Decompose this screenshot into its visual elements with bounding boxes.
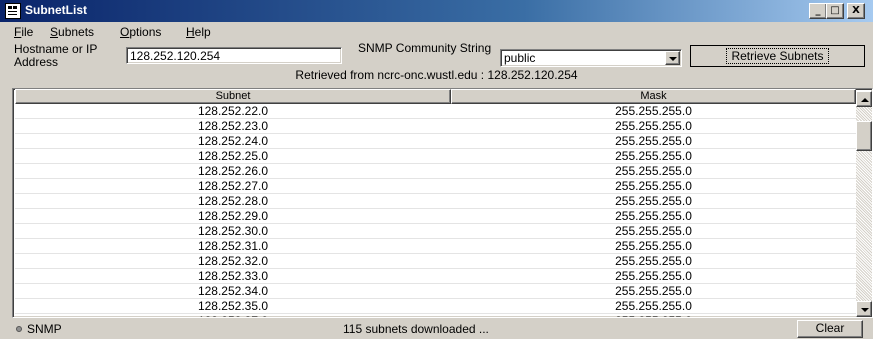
menu-help[interactable]: Help [186,25,211,39]
table-row[interactable]: 128.252.23.0 255.255.255.0 [15,119,856,134]
subnet-cell: 128.252.33.0 [197,269,269,283]
subnet-cell: 128.252.31.0 [197,239,269,253]
status-indicator-icon [16,326,22,332]
table-row[interactable]: 128.252.24.0 255.255.255.0 [15,134,856,149]
table-row[interactable]: 128.252.25.0 255.255.255.0 [15,149,856,164]
table-row[interactable]: 128.252.37.0255.255.255.0 [15,314,856,317]
status-protocol: SNMP [27,322,62,336]
table-row[interactable]: 128.252.30.0 255.255.255.0 [15,224,856,239]
subnet-cell: 128.252.30.0 [197,224,269,238]
table-row[interactable]: 128.252.34.0 255.255.255.0 [15,284,856,299]
mask-cell: 255.255.255.0 [615,149,692,163]
status-message: 115 subnets downloaded ... [343,322,489,336]
retrieve-subnets-button[interactable]: Retrieve Subnets [690,45,865,67]
maximize-button[interactable]: □ [826,3,844,19]
mask-cell: 255.255.255.0 [615,209,692,223]
subnet-cell: 128.252.32.0 [197,254,269,268]
subnet-table[interactable]: Subnet Mask 128.252.22.0 255.255.255.0 128… [12,88,873,318]
community-string-value: public [504,51,536,65]
menu-subnets[interactable]: Subnets [50,25,94,39]
menu-file[interactable]: File [14,25,33,39]
subnet-cell: 128.252.22.0 [197,104,269,118]
minimize-button[interactable]: _ [809,3,827,19]
table-row[interactable]: 128.252.35.0 255.255.255.0 [15,299,856,314]
mask-cell: 255.255.255.0 [615,284,692,298]
menu-bar: File Subnets Options Help [0,22,873,42]
mask-cell: 255.255.255.0 [451,314,856,317]
table-row[interactable]: 128.252.29.0 255.255.255.0 [15,209,856,224]
mask-cell: 255.255.255.0 [615,299,692,313]
snmp-community-label: SNMP Community String [358,41,492,55]
community-string-select[interactable]: public [500,49,682,67]
subnet-cell: 128.252.28.0 [197,194,269,208]
subnet-cell: 128.252.24.0 [197,134,269,148]
table-row[interactable]: 128.252.33.0 255.255.255.0 [15,269,856,284]
subnet-cell: 128.252.27.0 [197,179,269,193]
close-button[interactable]: X [847,3,865,19]
menu-options[interactable]: Options [120,25,161,39]
subnet-cell: 128.252.26.0 [197,164,269,178]
clear-button[interactable]: Clear [797,320,863,338]
mask-cell: 255.255.255.0 [615,194,692,208]
mask-cell: 255.255.255.0 [615,104,692,118]
app-icon [5,3,21,19]
mask-cell: 255.255.255.0 [615,269,692,283]
table-row[interactable]: 128.252.31.0 255.255.255.0 [15,239,856,254]
mask-cell: 255.255.255.0 [615,254,692,268]
column-header-mask[interactable]: Mask [451,89,856,104]
mask-cell: 255.255.255.0 [615,134,692,148]
mask-cell: 255.255.255.0 [615,119,692,133]
table-row[interactable]: 128.252.32.0 255.255.255.0 [15,254,856,269]
hostname-input[interactable]: 128.252.120.254 [126,47,342,64]
scrollbar-thumb[interactable] [856,121,872,151]
mask-cell: 255.255.255.0 [615,224,692,238]
subnet-cell: 128.252.25.0 [197,149,269,163]
mask-cell: 255.255.255.0 [615,179,692,193]
mask-cell: 255.255.255.0 [615,239,692,253]
retrieve-subnets-label: Retrieve Subnets [726,48,829,64]
subnet-cell: 128.252.23.0 [197,119,269,133]
hostname-label: Hostname or IP Address [14,42,98,69]
title-bar[interactable]: SubnetList _ □ X [0,0,873,22]
retrieved-from-text: Retrieved from ncrc-onc.wustl.edu : 128.… [295,68,578,82]
vertical-scrollbar[interactable] [856,91,872,317]
scroll-down-icon[interactable] [856,301,872,317]
table-row[interactable]: 128.252.22.0 255.255.255.0 [15,104,856,119]
subnet-cell: 128.252.29.0 [197,209,269,223]
column-header-subnet[interactable]: Subnet [15,89,451,104]
scroll-up-icon[interactable] [856,91,872,107]
window-title: SubnetList [25,3,87,17]
status-bar: SNMP 115 subnets downloaded ... Clear [0,319,873,339]
table-row[interactable]: 128.252.26.0 255.255.255.0 [15,164,856,179]
table-row[interactable]: 128.252.27.0 255.255.255.0 [15,179,856,194]
dropdown-arrow-icon[interactable] [665,51,680,65]
table-row[interactable]: 128.252.28.0 255.255.255.0 [15,194,856,209]
subnet-cell: 128.252.34.0 [197,284,269,298]
subnet-cell: 128.252.37.0 [15,314,451,317]
subnet-cell: 128.252.35.0 [197,299,269,313]
mask-cell: 255.255.255.0 [615,164,692,178]
table-rows: 128.252.22.0 255.255.255.0 128.252.23.0 255… [15,104,856,317]
